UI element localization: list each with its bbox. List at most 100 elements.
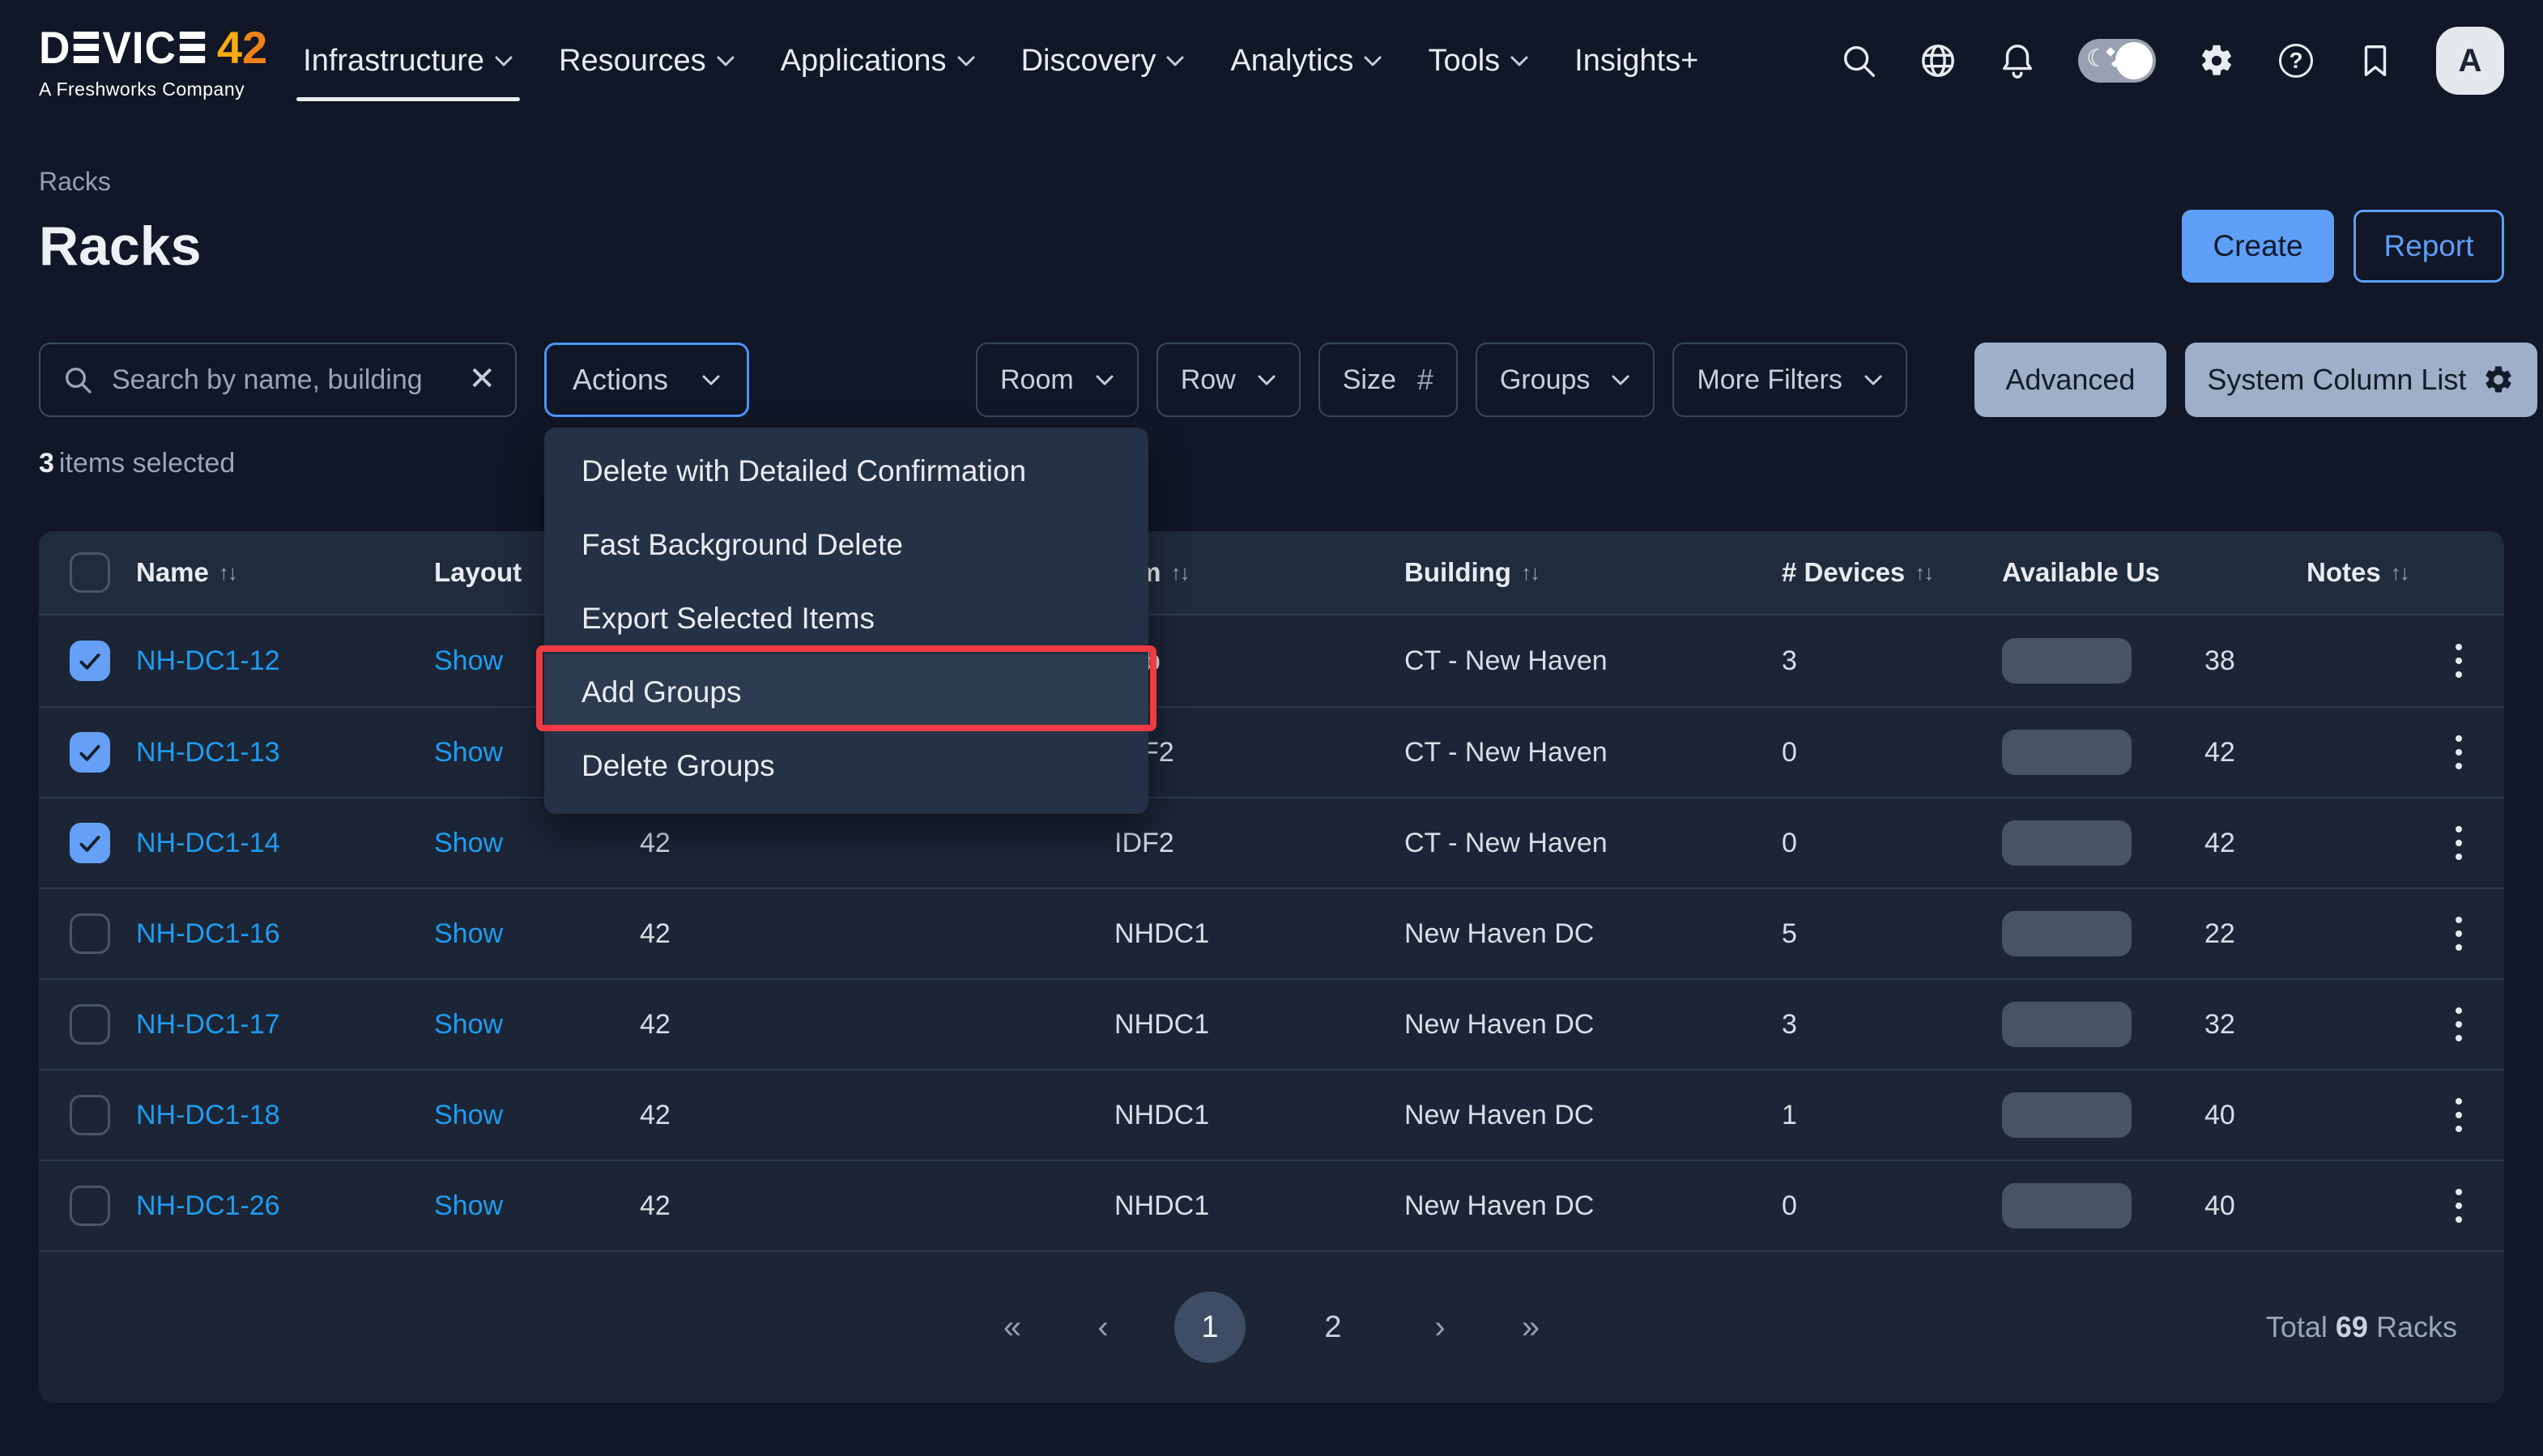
help-icon[interactable]: ? — [2277, 42, 2315, 79]
row-checkbox[interactable] — [70, 1095, 110, 1135]
available-cell: 42 — [1992, 820, 2285, 866]
menu-item-export-selected-items[interactable]: Export Selected Items — [544, 581, 1148, 655]
search-input[interactable] — [39, 343, 517, 417]
topbar-utility-icons: ☾? A — [1840, 27, 2504, 95]
rack-name-link[interactable]: NH-DC1-13 — [136, 737, 280, 768]
row-actions-kebab-icon[interactable] — [2449, 729, 2468, 776]
nav-item-insights-[interactable]: Insights+ — [1574, 44, 1698, 79]
clear-search-icon[interactable]: ✕ — [468, 360, 496, 398]
rack-name-link[interactable]: NH-DC1-26 — [136, 1190, 280, 1222]
available-units-bar — [2002, 911, 2132, 956]
nav-item-analytics[interactable]: Analytics — [1230, 44, 1382, 79]
nav-item-tools[interactable]: Tools — [1428, 44, 1529, 79]
table-row-nh-dc1-12: NH-DC1-12Show42LabCT - New Haven338 — [39, 615, 2504, 706]
logo-accent-digit: 2 — [242, 22, 267, 73]
create-button[interactable]: Create — [2182, 210, 2334, 283]
layout-show-link[interactable]: Show — [434, 1100, 503, 1131]
table-row-nh-dc1-16: NH-DC1-16Show42NHDC1New Haven DC522 — [39, 888, 2504, 978]
available-units-bar — [2002, 1002, 2132, 1047]
logo-wordmark: DVIC — [39, 21, 208, 74]
row-actions-kebab-icon[interactable] — [2449, 637, 2468, 684]
row-checkbox[interactable] — [70, 1004, 110, 1045]
select-all-checkbox[interactable] — [70, 552, 110, 593]
column-header-notes[interactable]: Notes↑↓ — [2285, 557, 2504, 588]
rack-name-link[interactable]: NH-DC1-17 — [136, 1009, 280, 1041]
layout-show-link[interactable]: Show — [434, 737, 503, 768]
user-avatar[interactable]: A — [2436, 27, 2504, 95]
globe-icon[interactable] — [1919, 42, 1957, 79]
row-actions-kebab-icon[interactable] — [2449, 820, 2468, 866]
filter-room[interactable]: Room — [976, 343, 1139, 417]
row-checkbox[interactable] — [70, 732, 110, 773]
gear-icon[interactable] — [2198, 42, 2235, 79]
pagination-last-icon[interactable]: » — [1511, 1292, 1550, 1363]
pagination-next-icon[interactable]: › — [1421, 1292, 1459, 1363]
filter-row[interactable]: Row — [1156, 343, 1301, 417]
row-checkbox[interactable] — [70, 641, 110, 681]
sort-icon[interactable]: ↑↓ — [2391, 560, 2409, 585]
layout-show-link[interactable]: Show — [434, 828, 503, 859]
menu-item-delete-groups[interactable]: Delete Groups — [544, 729, 1148, 803]
nav-item-applications[interactable]: Applications — [781, 44, 976, 79]
row-actions-kebab-icon[interactable] — [2449, 1001, 2468, 1048]
available-cell: 38 — [1992, 638, 2285, 683]
row-actions-kebab-icon[interactable] — [2449, 1092, 2468, 1139]
bookmark-icon[interactable] — [2357, 42, 2394, 79]
available-units-bar — [2002, 1092, 2132, 1138]
dark-mode-toggle[interactable]: ☾ — [2078, 39, 2156, 83]
pagination-page-2[interactable]: 2 — [1297, 1292, 1369, 1363]
advanced-button[interactable]: Advanced — [1974, 343, 2166, 417]
column-header-name[interactable]: Name↑↓ — [136, 557, 434, 588]
devices-cell: 0 — [1757, 737, 1992, 768]
search-icon[interactable] — [1840, 42, 1877, 79]
rack-name-link[interactable]: NH-DC1-18 — [136, 1100, 280, 1131]
nav-item-infrastructure[interactable]: Infrastructure — [303, 44, 513, 79]
logo-accent-42: 42 — [217, 21, 267, 74]
pagination-prev-icon[interactable]: ‹ — [1084, 1292, 1122, 1363]
sort-icon[interactable]: ↑↓ — [1915, 560, 1932, 585]
breadcrumb[interactable]: Racks — [39, 167, 111, 197]
pagination-first-icon[interactable]: « — [993, 1292, 1032, 1363]
menu-item-delete-with-detailed-confirmation[interactable]: Delete with Detailed Confirmation — [544, 434, 1148, 508]
nav-item-label: Applications — [781, 44, 947, 79]
nav-item-discovery[interactable]: Discovery — [1021, 44, 1186, 79]
layout-show-link[interactable]: Show — [434, 918, 503, 950]
nav-item-resources[interactable]: Resources — [559, 44, 735, 79]
layout-show-link[interactable]: Show — [434, 645, 503, 677]
sort-icon[interactable]: ↑↓ — [1521, 560, 1539, 585]
room-cell: IDF2 — [1085, 828, 1404, 859]
row-checkbox[interactable] — [70, 823, 110, 863]
row-actions-kebab-icon[interactable] — [2449, 1182, 2468, 1229]
layout-show-link[interactable]: Show — [434, 1009, 503, 1041]
row-actions-kebab-icon[interactable] — [2449, 910, 2468, 957]
device42-logo[interactable]: DVIC 42 A Freshworks Company — [39, 21, 267, 100]
selected-text: items selected — [59, 448, 235, 479]
row-checkbox[interactable] — [70, 1186, 110, 1226]
filter-groups[interactable]: Groups — [1476, 343, 1655, 417]
logo-letter-e — [74, 32, 99, 63]
sort-icon[interactable]: ↑↓ — [1171, 560, 1189, 585]
filter-more-filters[interactable]: More Filters — [1672, 343, 1906, 417]
available-cell: 42 — [1992, 730, 2285, 775]
pagination-page-1[interactable]: 1 — [1174, 1292, 1246, 1363]
rack-name-link[interactable]: NH-DC1-16 — [136, 918, 280, 950]
building-cell: CT - New Haven — [1404, 828, 1757, 859]
system-column-list-button[interactable]: System Column List — [2185, 343, 2537, 417]
filter-size[interactable]: Size# — [1318, 343, 1458, 417]
column-header-devices[interactable]: # Devices↑↓ — [1757, 557, 1992, 588]
menu-item-add-groups[interactable]: Add Groups — [544, 655, 1148, 729]
rack-name-link[interactable]: NH-DC1-12 — [136, 645, 280, 677]
actions-dropdown-button[interactable]: Actions — [544, 343, 749, 417]
sort-icon[interactable]: ↑↓ — [219, 560, 236, 585]
report-button[interactable]: Report — [2353, 210, 2504, 283]
room-cell: NHDC1 — [1085, 1009, 1404, 1041]
column-header-building[interactable]: Building↑↓ — [1404, 557, 1757, 588]
rack-name-link[interactable]: NH-DC1-14 — [136, 828, 280, 859]
row-checkbox[interactable] — [70, 913, 110, 954]
size-cell: 42 — [640, 1190, 1085, 1222]
menu-item-fast-background-delete[interactable]: Fast Background Delete — [544, 508, 1148, 581]
devices-cell: 3 — [1757, 645, 1992, 677]
bell-icon[interactable] — [1999, 42, 2036, 79]
hash-icon: # — [1417, 363, 1433, 397]
layout-show-link[interactable]: Show — [434, 1190, 503, 1222]
